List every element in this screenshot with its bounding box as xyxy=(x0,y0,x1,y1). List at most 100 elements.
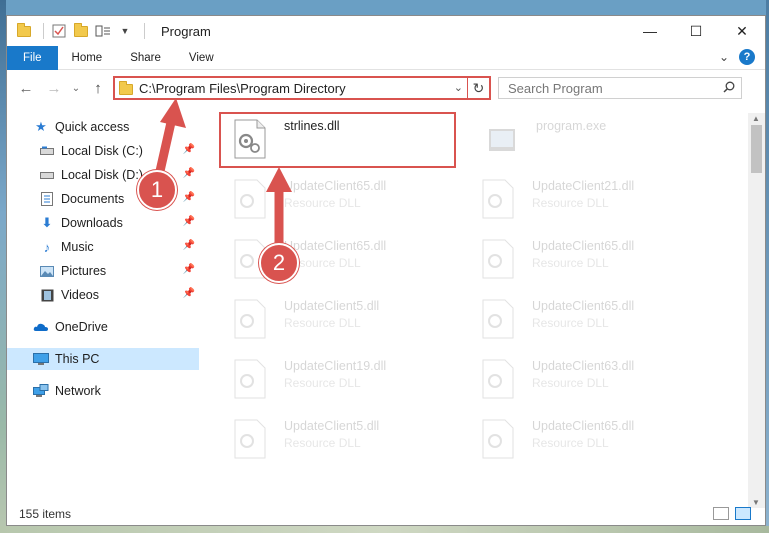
item-count: 155 items xyxy=(19,507,72,521)
minimize-button[interactable]: — xyxy=(627,16,673,46)
file-name: UpdateClient5.dll xyxy=(284,419,380,433)
file-item[interactable]: UpdateClient63.dll Resource DLL xyxy=(475,355,715,409)
dll-file-icon xyxy=(481,179,515,219)
sidebar-item-local-disk-c[interactable]: Local Disk (C:) 📌 xyxy=(7,140,199,162)
dll-file-icon xyxy=(481,239,515,279)
dll-file-icon xyxy=(481,419,515,459)
sidebar-item-quick-access[interactable]: ★ Quick access xyxy=(7,116,199,138)
forward-arrow-icon[interactable]: → xyxy=(45,79,63,97)
window-title: Program xyxy=(161,23,211,39)
file-name: UpdateClient65.dll xyxy=(532,419,635,433)
sidebar-item-label: OneDrive xyxy=(55,320,108,334)
vertical-scrollbar[interactable]: ▲ ▼ xyxy=(748,113,765,508)
pin-icon[interactable]: 📌 xyxy=(183,288,195,299)
file-name: UpdateClient65.dll xyxy=(284,179,387,193)
pin-icon[interactable]: 📌 xyxy=(183,144,195,155)
refresh-icon[interactable]: ↻ xyxy=(467,76,489,100)
file-type: Resource DLL xyxy=(532,256,609,270)
tab-home[interactable]: Home xyxy=(58,46,117,70)
sidebar-item-label: Documents xyxy=(61,192,125,206)
file-item[interactable]: UpdateClient65.dll Resource DLL xyxy=(475,415,715,469)
divider xyxy=(43,23,44,39)
dll-file-icon xyxy=(481,359,515,399)
view-switcher xyxy=(713,507,751,520)
file-item[interactable]: UpdateClient21.dll Resource DLL xyxy=(475,175,715,229)
tab-view[interactable]: View xyxy=(175,46,228,70)
tab-file[interactable]: File xyxy=(7,45,58,70)
dll-file-icon xyxy=(481,299,515,339)
sidebar-item-this-pc[interactable]: This PC xyxy=(7,348,199,370)
ribbon-right: ⌄ ? xyxy=(719,49,755,65)
dll-file-icon xyxy=(233,359,267,399)
file-type: Resource DLL xyxy=(532,316,609,330)
file-item-program-exe[interactable]: program.exe xyxy=(479,115,719,169)
address-bar[interactable]: C:\Program Files\Program Directory ⌄ ↻ xyxy=(113,76,491,100)
quick-access-toolbar: ▼ xyxy=(7,16,151,46)
downloads-icon: ⬇ xyxy=(41,215,53,230)
pin-icon[interactable]: 📌 xyxy=(183,216,195,227)
large-icons-view-icon[interactable] xyxy=(735,507,751,520)
sidebar-item-label: Downloads xyxy=(61,216,123,230)
tab-share[interactable]: Share xyxy=(116,46,175,70)
sidebar-item-downloads[interactable]: ⬇ Downloads 📌 xyxy=(7,212,199,234)
desktop-background-bottom xyxy=(0,526,769,533)
scroll-up-icon[interactable]: ▲ xyxy=(752,114,760,123)
properties-icon[interactable] xyxy=(50,22,68,40)
details-view-icon[interactable] xyxy=(713,507,729,520)
sidebar-item-label: Network xyxy=(55,384,101,398)
file-type: Resource DLL xyxy=(532,436,609,450)
file-type: Resource DLL xyxy=(284,376,361,390)
divider xyxy=(144,23,145,39)
search-icon xyxy=(723,81,735,96)
file-item[interactable]: UpdateClient5.dll Resource DLL xyxy=(227,415,467,469)
sidebar-item-music[interactable]: ♪ Music 📌 xyxy=(7,236,199,258)
pin-icon[interactable]: 📌 xyxy=(183,240,195,251)
folder-icon xyxy=(119,81,133,95)
sidebar-item-pictures[interactable]: Pictures 📌 xyxy=(7,260,199,282)
file-name: UpdateClient63.dll xyxy=(532,359,635,373)
network-icon xyxy=(33,383,49,399)
status-bar: 155 items xyxy=(7,503,765,525)
file-item[interactable]: UpdateClient65.dll Resource DLL xyxy=(475,235,715,289)
scrollbar-thumb[interactable] xyxy=(751,125,762,173)
file-item[interactable]: UpdateClient5.dll Resource DLL xyxy=(227,295,467,349)
pictures-icon xyxy=(39,263,55,279)
onedrive-icon xyxy=(33,319,49,335)
file-name: UpdateClient65.dll xyxy=(532,239,635,253)
drive-icon xyxy=(39,167,55,183)
dll-file-icon xyxy=(233,299,267,339)
address-path[interactable]: C:\Program Files\Program Directory xyxy=(139,81,346,96)
file-name: UpdateClient5.dll xyxy=(284,299,380,313)
help-icon[interactable]: ? xyxy=(739,49,755,65)
pin-icon[interactable]: 📌 xyxy=(183,168,195,179)
file-item[interactable]: UpdateClient65.dll Resource DLL xyxy=(475,295,715,349)
recent-locations-icon[interactable]: ⌄ xyxy=(67,79,85,97)
close-button[interactable]: ✕ xyxy=(719,16,765,46)
sidebar-item-videos[interactable]: Videos 📌 xyxy=(7,284,199,306)
file-type: Resource DLL xyxy=(284,196,361,210)
search-placeholder: Search Program xyxy=(508,80,603,96)
music-icon: ♪ xyxy=(43,239,51,255)
file-list: strlines.dll program.exe UpdateClient65.… xyxy=(217,113,737,508)
new-folder-icon[interactable] xyxy=(72,22,90,40)
file-item[interactable]: UpdateClient19.dll Resource DLL xyxy=(227,355,467,409)
sidebar-item-onedrive[interactable]: OneDrive xyxy=(7,316,199,338)
file-item[interactable]: UpdateClient65.dll Resource DLL xyxy=(227,175,467,229)
chevron-down-icon[interactable]: ▼ xyxy=(116,22,134,40)
ribbon-tabs: File Home Share View ⌄ ? xyxy=(7,45,765,70)
pin-icon[interactable]: 📌 xyxy=(183,192,195,203)
pin-icon[interactable]: 📌 xyxy=(183,264,195,275)
back-arrow-icon[interactable]: ← xyxy=(17,79,35,97)
file-name: UpdateClient21.dll xyxy=(532,179,635,193)
file-type: Resource DLL xyxy=(284,316,361,330)
expand-ribbon-icon[interactable]: ⌄ xyxy=(719,50,729,64)
sidebar-item-network[interactable]: Network xyxy=(7,380,199,402)
exe-file-icon xyxy=(485,119,519,159)
customize-toolbar-icon[interactable] xyxy=(94,22,112,40)
up-arrow-icon[interactable]: ↑ xyxy=(89,79,107,97)
sidebar-item-label: Quick access xyxy=(55,120,130,134)
search-input[interactable]: Search Program xyxy=(498,77,742,99)
maximize-button[interactable]: ☐ xyxy=(673,16,719,46)
title-bar: ▼ Program — ☐ ✕ xyxy=(7,16,765,46)
chevron-down-icon[interactable]: ⌄ xyxy=(454,81,463,94)
